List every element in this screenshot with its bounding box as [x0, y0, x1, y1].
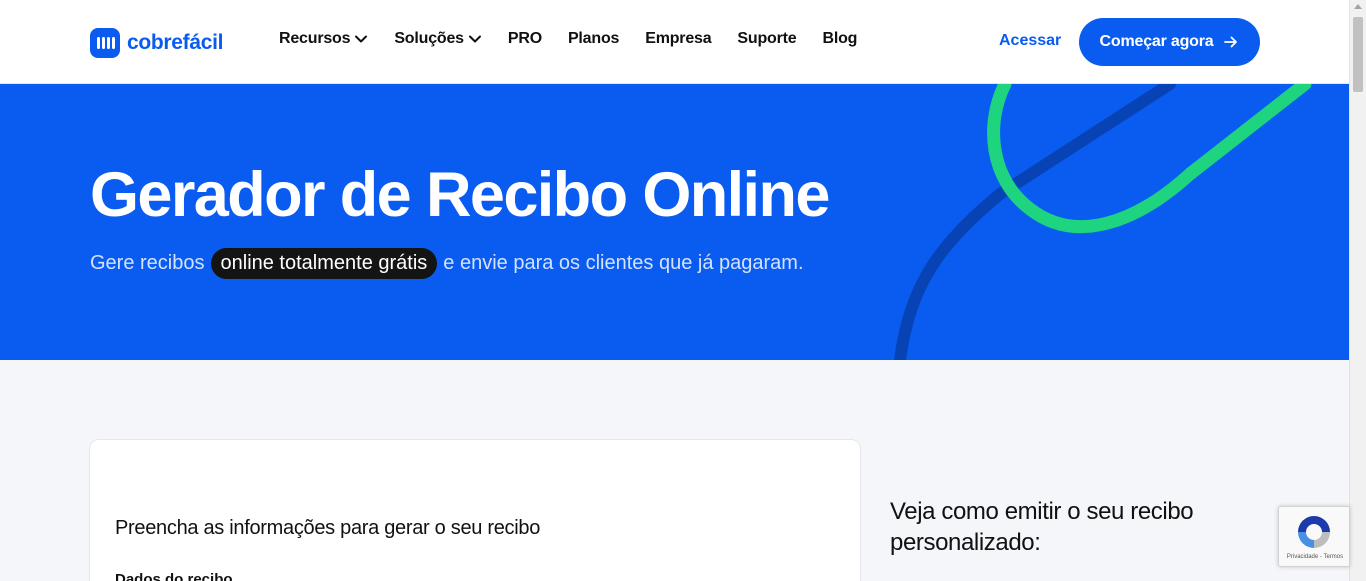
- hero-subtitle: Gere recibos online totalmente grátis e …: [90, 248, 804, 279]
- logo-icon: [90, 28, 120, 58]
- site-header: cobrefácil Recursos Soluções PRO Planos …: [0, 0, 1349, 84]
- recaptcha-links[interactable]: Privacidade - Termos: [1279, 554, 1351, 560]
- scroll-thumb[interactable]: [1353, 17, 1363, 92]
- hero-subtitle-start: Gere recibos: [90, 252, 205, 274]
- nav-item-pro[interactable]: PRO: [508, 30, 542, 48]
- nav-item-label: Recursos: [279, 30, 351, 47]
- nav-item-label: PRO: [507, 30, 542, 47]
- nav-item-empresa[interactable]: Empresa: [645, 30, 711, 48]
- recaptcha-badge[interactable]: Privacidade - Termos: [1278, 506, 1350, 567]
- nav-item-label: Empresa: [645, 30, 712, 47]
- brand-logo[interactable]: cobrefácil: [90, 28, 224, 58]
- nav-item-blog[interactable]: Blog: [822, 30, 857, 48]
- tutorial-heading: Veja como emitir o seu recibo personaliz…: [890, 498, 1194, 557]
- login-link[interactable]: Acessar: [999, 32, 1061, 50]
- hero-title: Gerador de Recibo Online: [90, 160, 830, 230]
- form-title: Preencha as informações para gerar o seu…: [115, 517, 541, 539]
- chevron-down-icon: [355, 35, 368, 43]
- hero-banner: Gerador de Recibo Online Gere recibos on…: [0, 84, 1349, 360]
- page: cobrefácil Recursos Soluções PRO Planos …: [0, 0, 1366, 581]
- chevron-down-icon: [468, 35, 481, 43]
- arrow-right-icon: [1224, 36, 1238, 48]
- page-scrollbar[interactable]: [1349, 0, 1366, 581]
- scroll-up-arrow-icon[interactable]: [1354, 4, 1362, 9]
- nav-item-recursos[interactable]: Recursos: [279, 30, 368, 48]
- recaptcha-icon: [1298, 516, 1330, 548]
- nav-item-label: Suporte: [737, 30, 797, 47]
- start-now-label: Começar agora: [1099, 33, 1214, 50]
- nav-item-suporte[interactable]: Suporte: [737, 30, 796, 48]
- main-nav: Recursos Soluções PRO Planos Empresa Sup…: [279, 30, 883, 48]
- nav-item-label: Soluções: [394, 30, 464, 47]
- hero-highlight-badge: online totalmente grátis: [210, 248, 438, 279]
- receipt-form-card: Preencha as informações para gerar o seu…: [89, 439, 861, 581]
- hero-subtitle-end: e envie para os clientes que já pagaram.: [443, 252, 804, 274]
- hero-decoration: [894, 84, 1312, 360]
- nav-item-label: Blog: [822, 30, 858, 47]
- form-section-label: Dados do recibo: [115, 571, 233, 581]
- start-now-button[interactable]: Começar agora: [1079, 18, 1260, 66]
- nav-item-label: Planos: [567, 30, 620, 47]
- nav-item-planos[interactable]: Planos: [568, 30, 619, 48]
- brand-name: cobrefácil: [127, 31, 224, 54]
- nav-item-solucoes[interactable]: Soluções: [394, 30, 482, 48]
